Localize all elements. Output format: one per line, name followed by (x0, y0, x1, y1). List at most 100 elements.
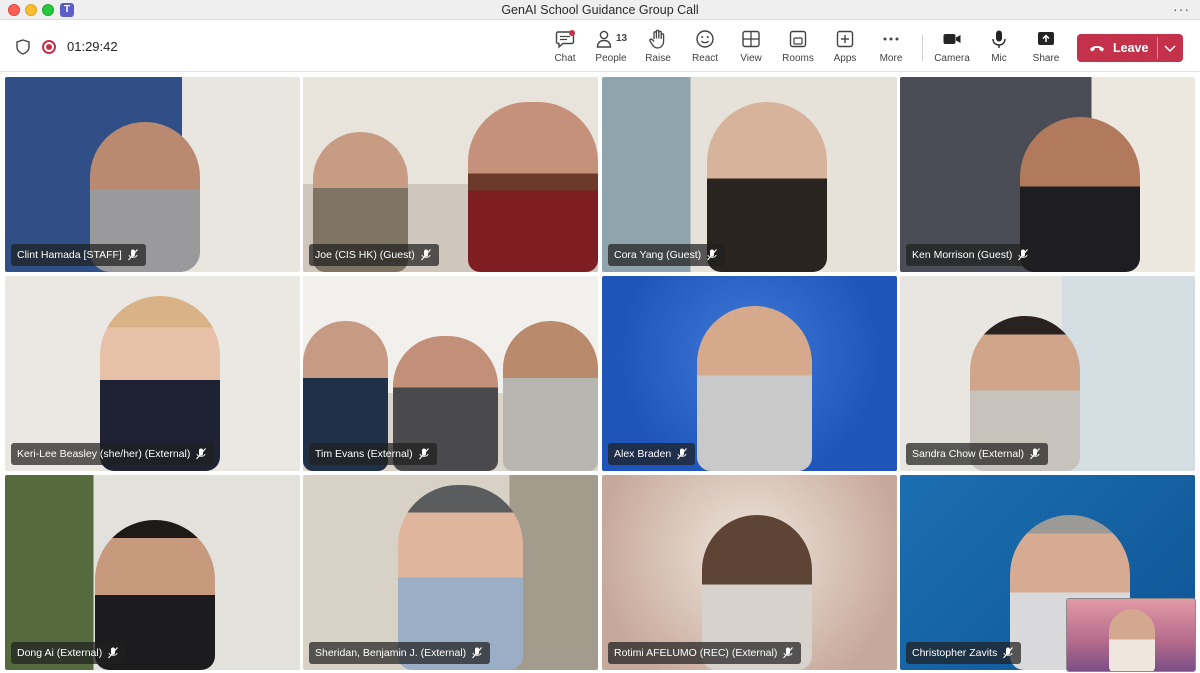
participant-nameplate: Rotimi AFELUMO (REC) (External) (608, 642, 802, 664)
participant-tile[interactable]: Ken Morrison (Guest) (900, 77, 1195, 272)
people-button[interactable]: 13 People (585, 27, 637, 69)
chat-button[interactable]: Chat (539, 27, 591, 69)
participant-tile[interactable]: Dong Ai (External) (5, 475, 300, 670)
camera-button[interactable]: Camera (926, 27, 978, 69)
chat-notification-dot (569, 30, 575, 36)
leave-label: Leave (1113, 41, 1149, 55)
participant-nameplate: Joe (CIS HK) (Guest) (309, 244, 439, 266)
muted-mic-icon (1018, 249, 1029, 261)
react-button[interactable]: React (679, 27, 731, 69)
participant-tile[interactable]: Keri-Lee Beasley (she/her) (External) (5, 276, 300, 471)
meeting-timer: 01:29:42 (67, 39, 118, 54)
muted-mic-icon (418, 448, 429, 460)
chat-label: Chat (554, 53, 576, 64)
participant-tile[interactable]: Sheridan, Benjamin J. (External) (303, 475, 598, 670)
participant-tile[interactable]: Cora Yang (Guest) (602, 77, 897, 272)
more-button[interactable]: More (865, 27, 917, 69)
window-more-icon[interactable]: ··· (1173, 0, 1190, 20)
participant-video (697, 306, 812, 471)
raise-hand-icon (649, 29, 665, 49)
more-dots-icon (883, 37, 899, 41)
add-apps-icon (836, 30, 854, 48)
zoom-window-button[interactable] (42, 4, 54, 16)
toolbar-divider (922, 35, 923, 61)
shield-icon[interactable] (16, 39, 30, 55)
raise-label: Raise (645, 53, 671, 64)
participant-nameplate: Clint Hamada [STAFF] (11, 244, 146, 266)
participant-name: Sheridan, Benjamin J. (External) (315, 647, 467, 659)
muted-mic-icon (1030, 448, 1040, 460)
meeting-toolbar: 01:29:42 Chat 13 People Raise React View… (0, 21, 1200, 72)
self-view-person (1109, 609, 1155, 671)
hang-up-phone-icon (1090, 46, 1104, 52)
muted-mic-icon (707, 249, 718, 261)
apps-label: Apps (833, 53, 857, 64)
participant-nameplate: Dong Ai (External) (11, 642, 127, 664)
people-icon (596, 30, 612, 48)
participant-video (503, 321, 598, 471)
people-label: People (595, 53, 627, 64)
title-bar: T GenAI School Guidance Group Call ··· (0, 0, 1200, 20)
participant-name: Dong Ai (External) (17, 647, 103, 659)
participant-nameplate: Keri-Lee Beasley (she/her) (External) (11, 443, 215, 465)
participant-name: Clint Hamada [STAFF] (17, 249, 122, 261)
participant-nameplate: Sandra Chow (External) (906, 443, 1049, 465)
participant-name: Joe (CIS HK) (Guest) (315, 249, 415, 261)
participant-video (468, 102, 598, 272)
raise-hand-button[interactable]: Raise (632, 27, 684, 69)
recording-icon (42, 40, 56, 54)
participant-video (1020, 117, 1140, 272)
minimize-window-button[interactable] (25, 4, 37, 16)
muted-mic-icon (108, 647, 119, 659)
share-label: Share (1032, 53, 1060, 64)
participant-name: Keri-Lee Beasley (she/her) (External) (17, 448, 191, 460)
participant-nameplate: Cora Yang (Guest) (608, 244, 726, 266)
participant-nameplate: Christopher Zavits (906, 642, 1022, 664)
participant-name: Rotimi AFELUMO (REC) (External) (614, 647, 778, 659)
participant-name: Cora Yang (Guest) (614, 249, 702, 261)
camera-label: Camera (934, 53, 970, 64)
view-button[interactable]: View (725, 27, 777, 69)
muted-mic-icon (127, 249, 138, 261)
close-window-button[interactable] (8, 4, 20, 16)
view-label: View (740, 53, 762, 64)
microphone-icon (992, 30, 1006, 48)
participant-nameplate: Tim Evans (External) (309, 443, 437, 465)
leave-button[interactable]: Leave (1077, 34, 1157, 62)
rooms-button[interactable]: Rooms (772, 27, 824, 69)
participant-tile[interactable]: Alex Braden (602, 276, 897, 471)
people-count: 13 (616, 33, 628, 44)
participant-tile[interactable]: Sandra Chow (External) (900, 276, 1195, 471)
mic-button[interactable]: Mic (973, 27, 1025, 69)
share-screen-icon (1038, 32, 1054, 45)
react-label: React (691, 53, 719, 64)
participant-name: Sandra Chow (External) (912, 448, 1025, 460)
participant-tile[interactable]: Tim Evans (External) (303, 276, 598, 471)
share-button[interactable]: Share (1020, 27, 1072, 69)
participant-tile[interactable]: Clint Hamada [STAFF] (5, 77, 300, 272)
breakout-rooms-icon (789, 30, 807, 48)
self-view-video[interactable] (1066, 598, 1196, 672)
more-label: More (879, 53, 903, 64)
muted-mic-icon (677, 448, 688, 460)
teams-call-window: T GenAI School Guidance Group Call ··· 0… (0, 0, 1200, 673)
chevron-down-icon (1164, 45, 1176, 53)
camera-icon (943, 34, 961, 44)
grid-view-icon (742, 30, 760, 48)
muted-mic-icon (1003, 647, 1014, 659)
muted-mic-icon (196, 448, 207, 460)
rooms-label: Rooms (782, 53, 814, 64)
video-grid: Clint Hamada [STAFF] Joe (CIS HK) (Guest… (0, 73, 1200, 673)
participant-nameplate: Sheridan, Benjamin J. (External) (309, 642, 491, 664)
mic-label: Mic (991, 53, 1007, 64)
muted-mic-icon (420, 249, 431, 261)
participant-tile[interactable]: Joe (CIS HK) (Guest) (303, 77, 598, 272)
participant-name: Christopher Zavits (912, 647, 998, 659)
participant-name: Alex Braden (614, 448, 672, 460)
teams-logo-icon: T (60, 3, 74, 17)
leave-options-button[interactable] (1158, 34, 1183, 62)
participant-nameplate: Ken Morrison (Guest) (906, 244, 1037, 266)
participant-tile[interactable]: Rotimi AFELUMO (REC) (External) (602, 475, 897, 670)
participant-nameplate: Alex Braden (608, 443, 696, 465)
apps-button[interactable]: Apps (819, 27, 871, 69)
